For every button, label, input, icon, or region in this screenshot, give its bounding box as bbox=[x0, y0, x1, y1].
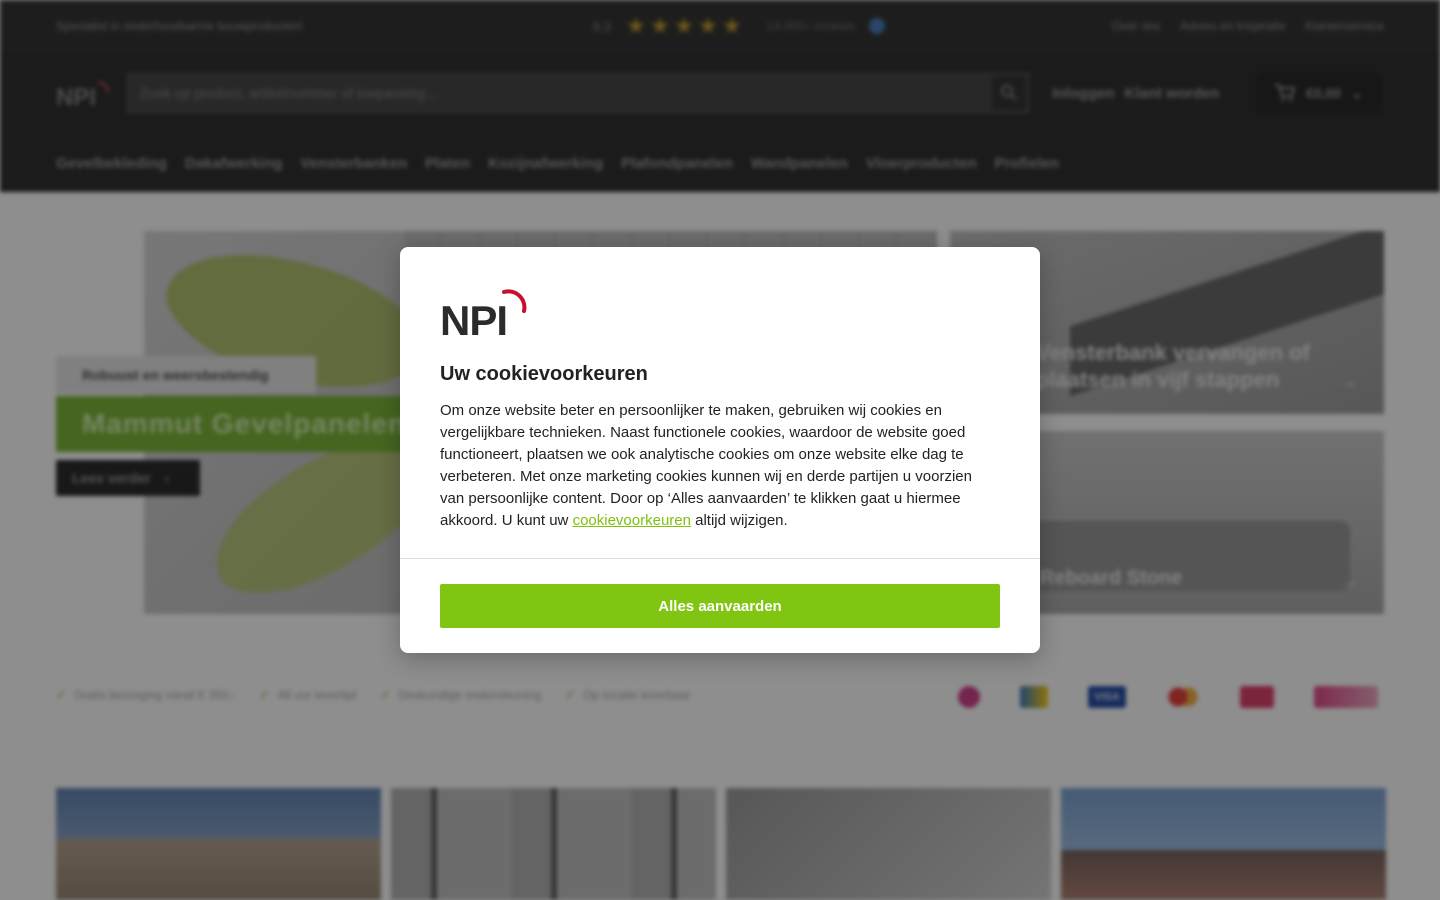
cookie-preferences-link[interactable]: cookievoorkeuren bbox=[573, 512, 691, 529]
dialog-divider bbox=[400, 558, 1040, 559]
brand-wordmark: NPI bbox=[440, 297, 507, 339]
accept-all-button[interactable]: Alles aanvaarden bbox=[440, 584, 1000, 628]
npi-logo: NPI bbox=[440, 287, 530, 344]
dialog-body-text: Om onze website beter en persoonlijker t… bbox=[440, 402, 972, 529]
cookie-consent-dialog: NPI Uw cookievoorkeuren Om onze website … bbox=[400, 247, 1040, 653]
dialog-body-text-end: altijd wijzigen. bbox=[690, 512, 788, 529]
dialog-body: Om onze website beter en persoonlijker t… bbox=[440, 400, 1000, 532]
dialog-title: Uw cookievoorkeuren bbox=[440, 363, 648, 385]
